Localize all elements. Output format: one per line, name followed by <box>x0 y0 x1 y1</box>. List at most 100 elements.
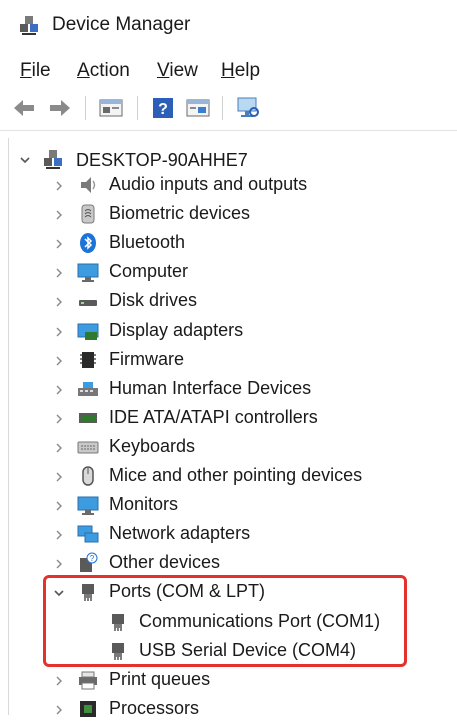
help-button[interactable]: ? <box>149 94 177 122</box>
toolbar: ? <box>0 90 457 126</box>
bluetooth-icon <box>80 233 96 254</box>
tree-item-network-adapters[interactable]: Network adapters <box>0 520 420 549</box>
title-bar: Device Manager <box>0 0 457 52</box>
device-tree[interactable]: DESKTOP-90AHHE7 Audio inputs and outputs… <box>0 138 457 718</box>
svg-text:?: ? <box>158 101 168 118</box>
tree-item-print-queues[interactable]: Print queues <box>0 666 420 695</box>
toolbar-separator <box>85 96 86 120</box>
chevron-right-icon[interactable] <box>52 266 66 280</box>
menu-file-rest: ile <box>31 60 51 81</box>
processor-icon <box>80 700 96 717</box>
keyboard-icon <box>77 441 99 454</box>
menu-help[interactable]: Help <box>221 60 260 82</box>
menu-action-mnemonic: A <box>77 60 90 81</box>
tree-item-label: IDE ATA/ATAPI controllers <box>109 406 318 427</box>
chevron-right-icon[interactable] <box>52 528 66 542</box>
menu-view-rest: iew <box>169 60 198 81</box>
chevron-right-icon[interactable] <box>52 295 66 309</box>
tree-item-label: Biometric devices <box>109 203 251 224</box>
root-label: DESKTOP-90AHHE7 <box>76 150 248 170</box>
tree-item-label: Print queues <box>109 668 211 689</box>
chip-icon <box>80 351 96 368</box>
tree-item-monitors[interactable]: Monitors <box>0 491 420 520</box>
printer-icon <box>79 671 97 690</box>
speaker-icon <box>81 177 96 193</box>
tree-item-label: Processors <box>109 697 200 718</box>
tree-item-label: Firmware <box>109 348 184 369</box>
chevron-down-icon[interactable] <box>18 153 32 167</box>
chevron-right-icon[interactable] <box>52 383 66 397</box>
chevron-right-icon[interactable] <box>52 237 66 251</box>
help-icon: ? <box>153 98 173 118</box>
network-icon <box>77 525 99 543</box>
forward-button[interactable] <box>46 94 74 122</box>
highlight-annotation <box>43 575 407 667</box>
menu-bar: File Action View Help <box>0 56 457 88</box>
tree-item-label: Disk drives <box>109 290 198 311</box>
tree-item-firmware[interactable]: Firmware <box>0 346 420 375</box>
tree-item-ide-ata-atapi-controllers[interactable]: IDE ATA/ATAPI controllers <box>0 404 420 433</box>
tree-item-label: Audio inputs and outputs <box>109 174 308 194</box>
tree-item-label: Mice and other pointing devices <box>109 465 363 485</box>
tree-item-bluetooth[interactable]: Bluetooth <box>0 229 420 258</box>
menu-action[interactable]: Action <box>77 60 130 82</box>
back-button[interactable] <box>10 94 38 122</box>
tree-item-label: Network adapters <box>109 523 251 544</box>
svg-text:?: ? <box>90 554 95 563</box>
hid-icon <box>78 381 98 396</box>
chevron-right-icon[interactable] <box>52 499 66 513</box>
tree-item-keyboards[interactable]: Keyboards <box>0 433 420 462</box>
menu-action-rest: ction <box>89 60 130 81</box>
unknown-device-icon: ? <box>80 552 98 573</box>
tree-item-mice-and-other-pointing-devices[interactable]: Mice and other pointing devices <box>0 462 420 491</box>
chevron-right-icon[interactable] <box>52 179 66 193</box>
toolbar-separator <box>137 96 138 120</box>
chevron-right-icon[interactable] <box>52 557 66 571</box>
tree-item-computer[interactable]: Computer <box>0 258 420 287</box>
tree-item-biometric-devices[interactable]: Biometric devices <box>0 200 420 229</box>
properties-icon <box>99 99 123 117</box>
tree-item-human-interface-devices[interactable]: Human Interface Devices <box>0 375 420 404</box>
tree-root[interactable]: DESKTOP-90AHHE7 <box>18 146 438 174</box>
forward-icon <box>50 100 70 116</box>
window-title: Device Manager <box>52 14 191 35</box>
tree-item-disk-drives[interactable]: Disk drives <box>0 287 420 316</box>
tree-item-other-devices[interactable]: ? Other devices <box>0 549 420 578</box>
tree-item-label: Keyboards <box>109 435 196 456</box>
tree-item-label: Computer <box>109 261 189 282</box>
tree-item-audio-inputs-and-outputs[interactable]: Audio inputs and outputs <box>0 171 420 200</box>
driver-icon <box>186 99 210 117</box>
update-driver-button[interactable] <box>184 94 212 122</box>
toolbar-separator <box>222 96 223 120</box>
properties-button[interactable] <box>97 94 125 122</box>
chevron-right-icon[interactable] <box>52 441 66 455</box>
chevron-right-icon[interactable] <box>52 412 66 426</box>
chevron-right-icon[interactable] <box>52 208 66 222</box>
chevron-right-icon[interactable] <box>52 354 66 368</box>
tree-item-processors[interactable]: Processors <box>0 695 420 724</box>
back-icon <box>14 100 34 116</box>
monitor-icon <box>77 263 99 283</box>
toolbar-divider <box>0 130 457 131</box>
menu-view[interactable]: View <box>157 60 198 82</box>
display-adapter-icon <box>77 323 99 340</box>
computer-root-icon <box>44 150 62 169</box>
chevron-right-icon[interactable] <box>52 470 66 484</box>
chevron-right-icon[interactable] <box>52 325 66 339</box>
scan-hardware-button[interactable] <box>234 94 262 122</box>
ide-controller-icon <box>79 412 97 423</box>
menu-file-mnemonic: F <box>20 60 32 81</box>
tree-item-label: Human Interface Devices <box>109 377 312 398</box>
menu-file[interactable]: File <box>20 60 51 82</box>
chevron-right-icon[interactable] <box>52 674 66 688</box>
tree-item-label: Monitors <box>109 494 179 515</box>
mouse-icon <box>82 466 94 486</box>
scan-hardware-icon <box>237 97 259 117</box>
tree-item-label: Bluetooth <box>109 232 186 253</box>
menu-help-rest: elp <box>234 60 261 81</box>
tree-item-display-adapters[interactable]: Display adapters <box>0 317 420 346</box>
device-manager-icon <box>20 16 38 35</box>
menu-help-mnemonic: H <box>221 60 235 81</box>
fingerprint-icon <box>81 204 95 224</box>
disk-drive-icon <box>79 300 97 307</box>
